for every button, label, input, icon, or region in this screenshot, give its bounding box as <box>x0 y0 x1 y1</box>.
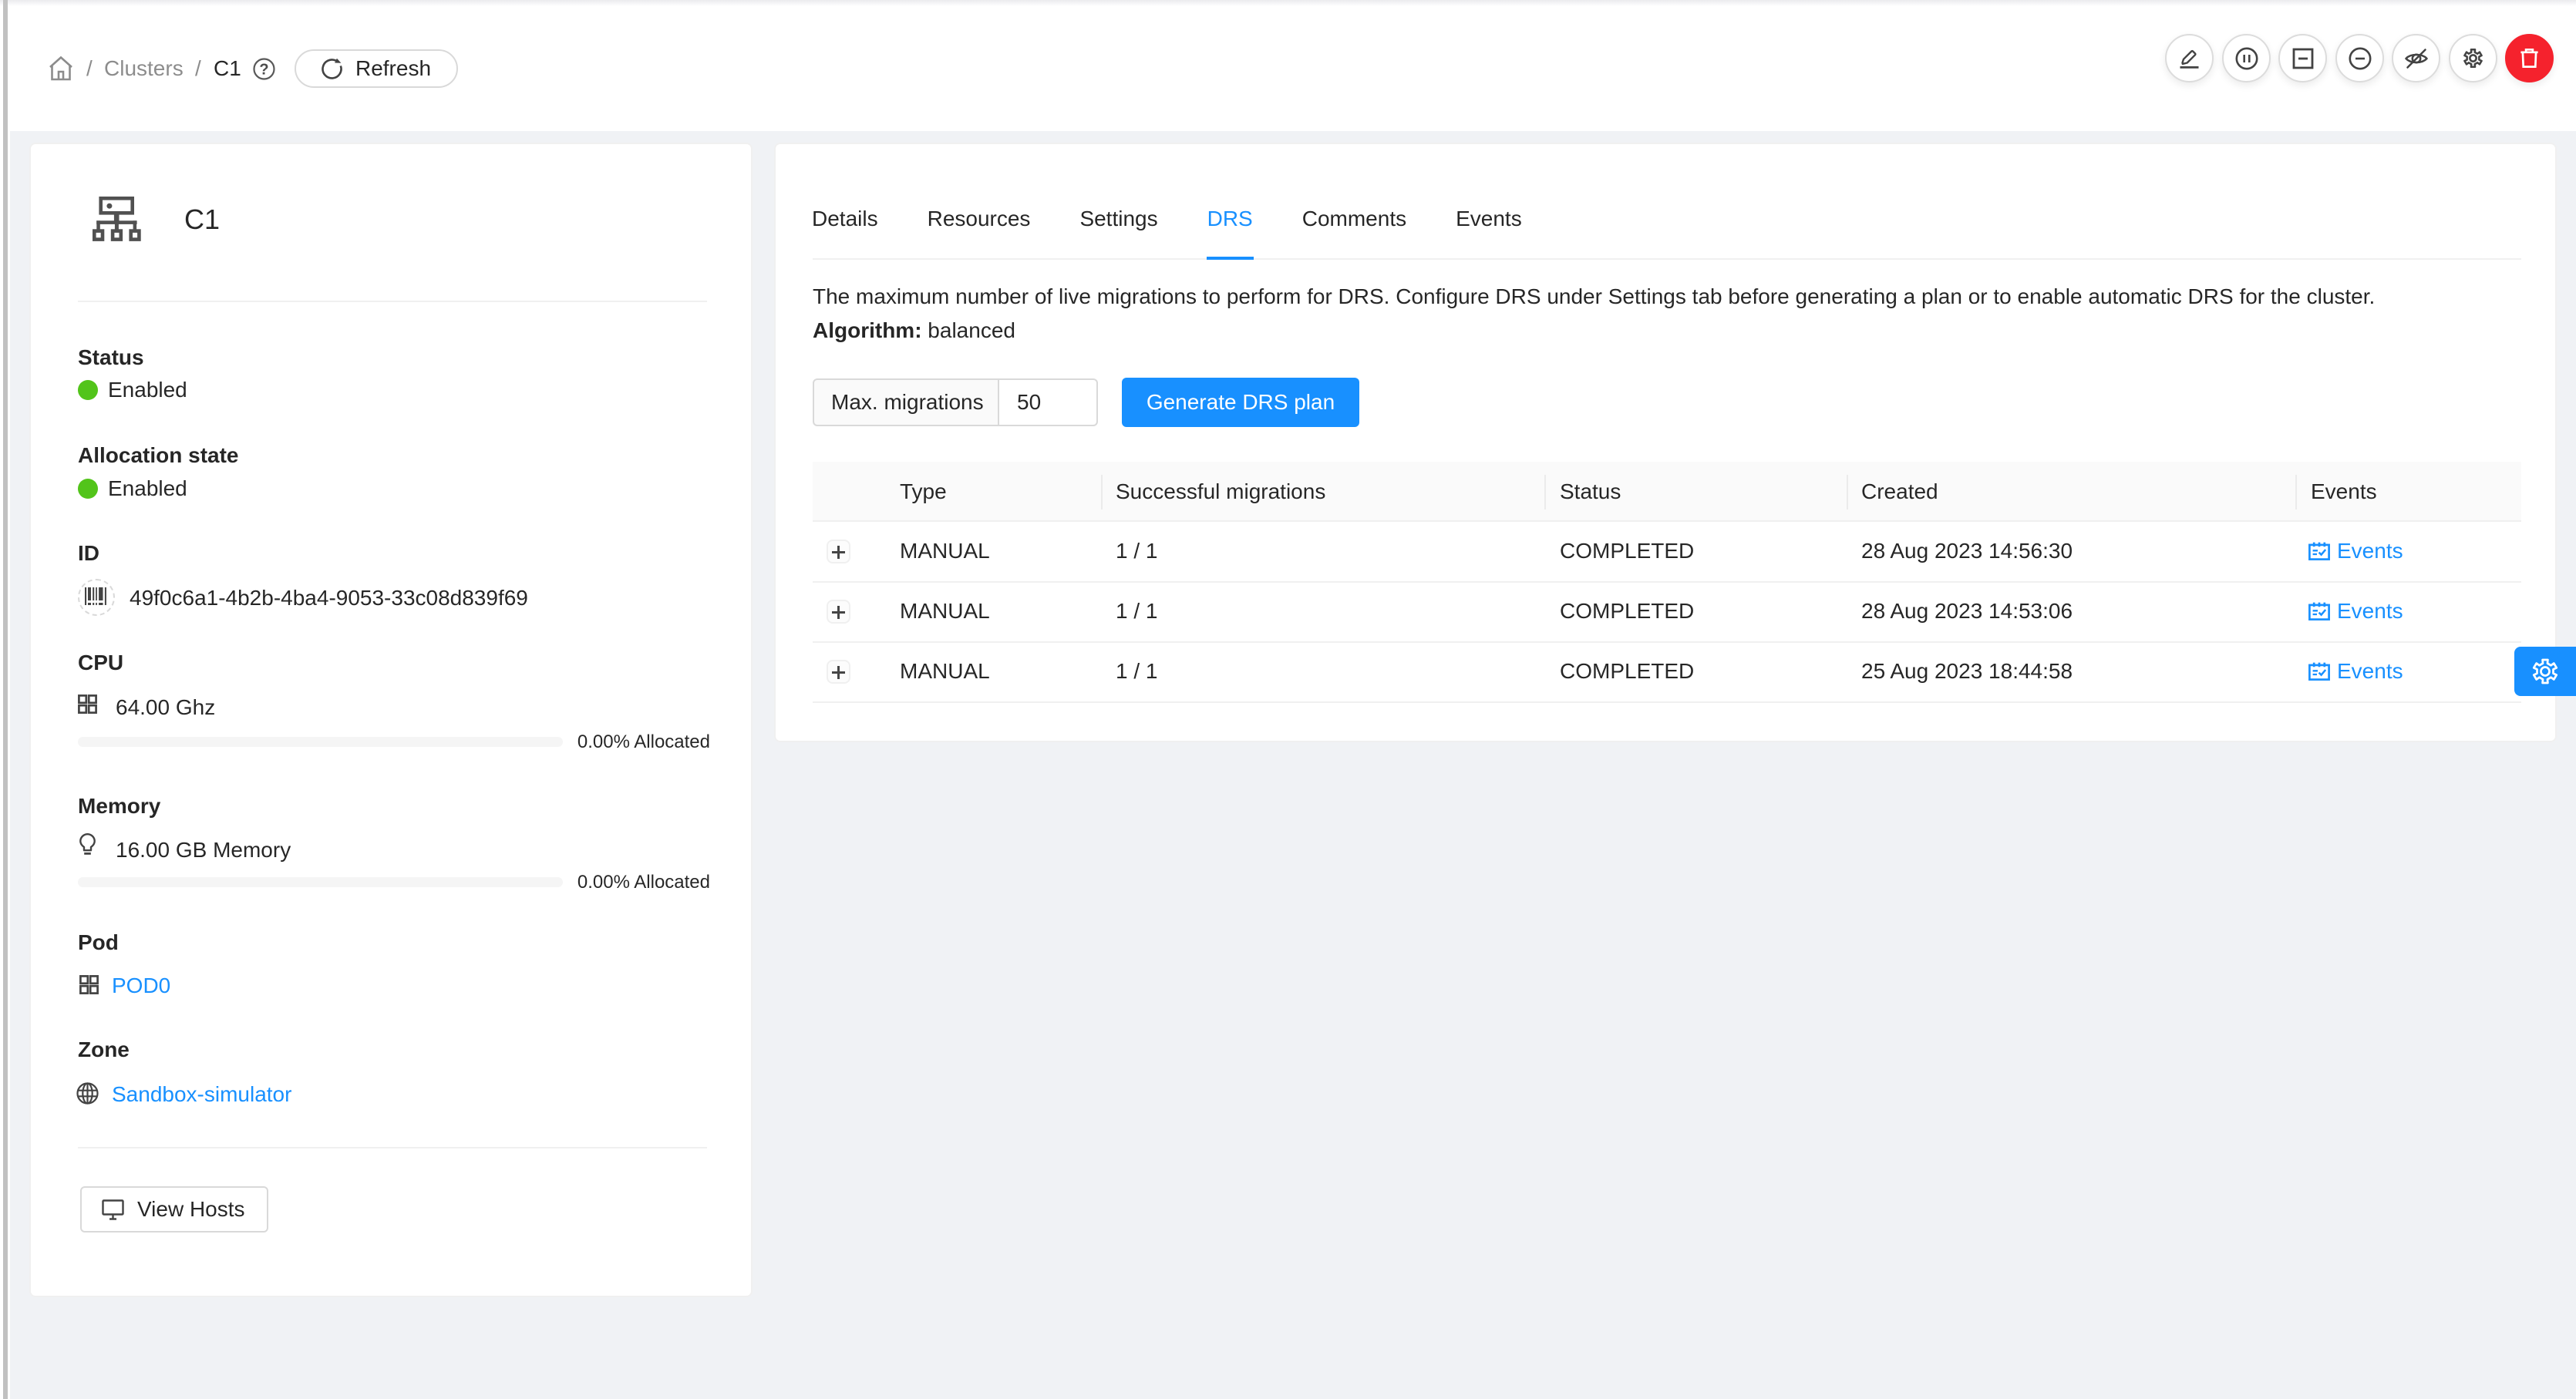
svg-text:?: ? <box>259 62 268 79</box>
